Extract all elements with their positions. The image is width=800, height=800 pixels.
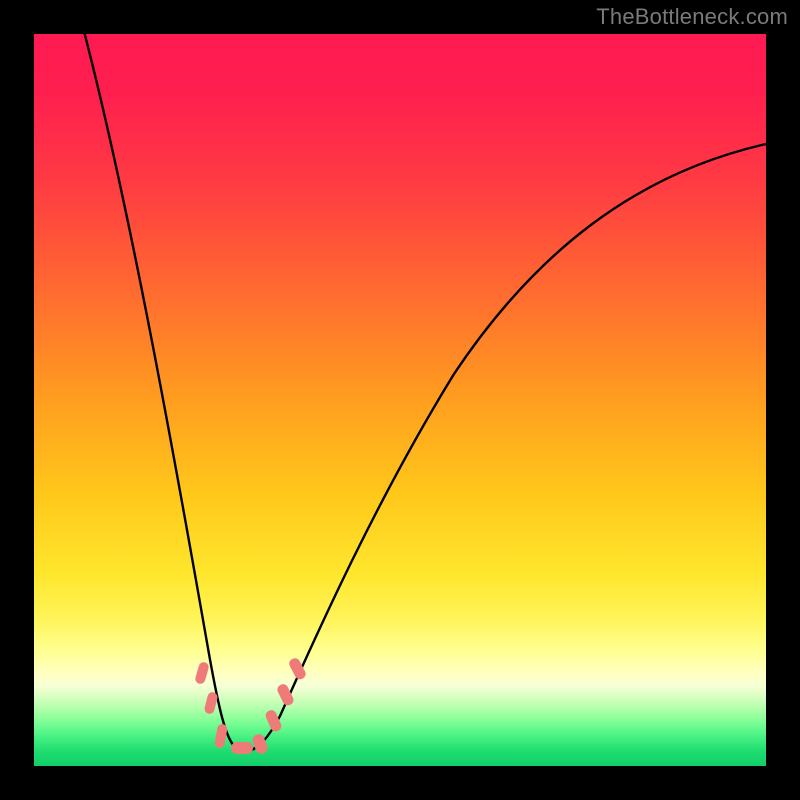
bottleneck-curve [74, 34, 766, 751]
marker-low-band-left2 [203, 691, 218, 715]
plot-area [34, 34, 766, 766]
outer-frame: TheBottleneck.com [0, 0, 800, 800]
marker-low-band-left [194, 661, 210, 685]
marker-valley-left [214, 723, 228, 748]
marker-valley-mid [231, 742, 253, 754]
marker-rise-1 [264, 709, 283, 734]
watermark-text: TheBottleneck.com [596, 4, 788, 30]
chart-svg [34, 34, 766, 766]
